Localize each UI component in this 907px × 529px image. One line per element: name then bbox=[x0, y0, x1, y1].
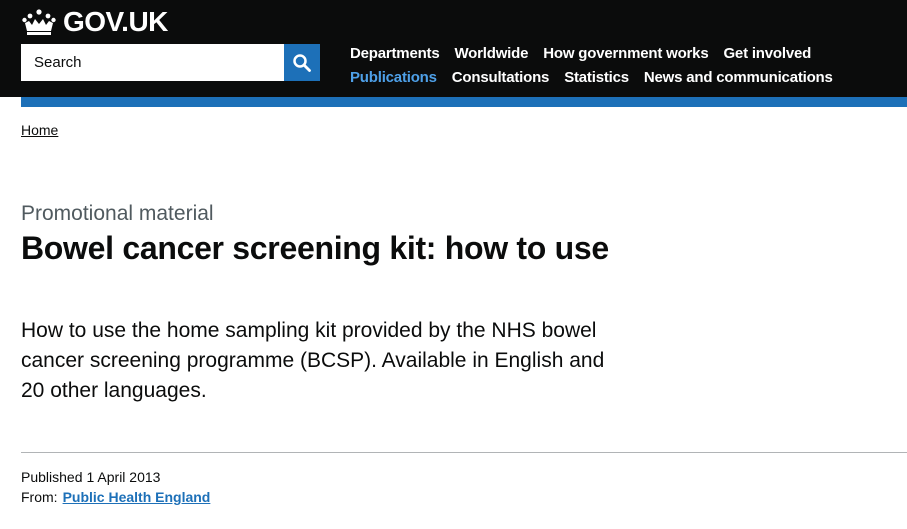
breadcrumb-home-link[interactable]: Home bbox=[21, 122, 58, 138]
nav-link-worldwide[interactable]: Worldwide bbox=[455, 45, 529, 62]
logo-text: GOV.UK bbox=[63, 6, 168, 37]
nav-link-how-government-works[interactable]: How government works bbox=[543, 45, 708, 62]
metadata-divider bbox=[21, 452, 907, 453]
main-navigation: Departments Worldwide How government wor… bbox=[350, 41, 895, 89]
govuk-logo-link[interactable]: GOV.UK bbox=[21, 6, 168, 38]
nav-link-news-and-communications[interactable]: News and communications bbox=[644, 69, 833, 86]
nav-link-statistics[interactable]: Statistics bbox=[564, 69, 629, 86]
published-row: Published 1 April 2013 bbox=[21, 467, 210, 487]
publication-metadata: Published 1 April 2013 From: Public Heal… bbox=[21, 467, 210, 507]
page-title: Bowel cancer screening kit: how to use bbox=[21, 230, 609, 266]
nav-link-consultations[interactable]: Consultations bbox=[452, 69, 550, 86]
header-accent-bar bbox=[21, 97, 907, 107]
site-header: GOV.UK Departments Worldwide How governm… bbox=[0, 0, 907, 97]
organisation-link[interactable]: Public Health England bbox=[63, 487, 211, 507]
search-icon bbox=[293, 53, 311, 72]
nav-link-publications[interactable]: Publications bbox=[350, 69, 437, 86]
search-button[interactable] bbox=[284, 44, 320, 81]
document-type: Promotional material bbox=[21, 202, 214, 225]
published-label: Published bbox=[21, 469, 83, 485]
nav-link-get-involved[interactable]: Get involved bbox=[723, 45, 811, 62]
nav-link-departments[interactable]: Departments bbox=[350, 45, 440, 62]
from-label: From: bbox=[21, 489, 58, 505]
crown-icon bbox=[22, 9, 56, 35]
published-date: 1 April 2013 bbox=[86, 469, 161, 485]
nav-row: Departments Worldwide How government wor… bbox=[350, 41, 895, 65]
page-summary: How to use the home sampling kit provide… bbox=[21, 319, 605, 402]
nav-row: Publications Consultations Statistics Ne… bbox=[350, 65, 895, 89]
from-row: From: Public Health England bbox=[21, 487, 210, 507]
search-input[interactable] bbox=[21, 44, 284, 81]
search-form bbox=[21, 44, 320, 81]
